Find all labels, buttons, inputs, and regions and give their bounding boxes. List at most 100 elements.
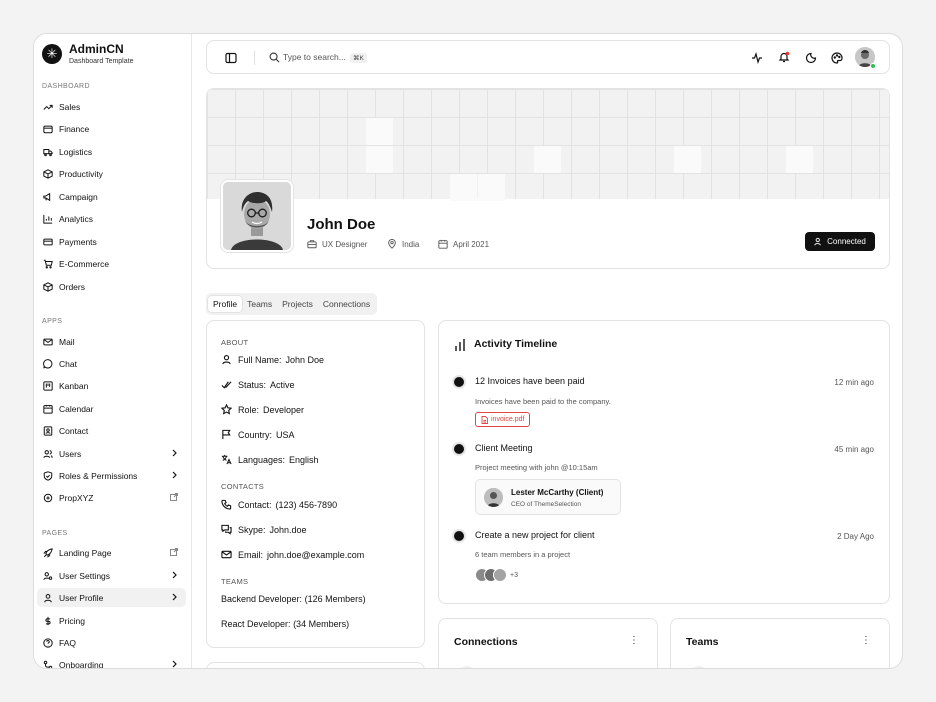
sidebar-item-users[interactable]: Users: [37, 444, 186, 463]
team-avatars[interactable]: +3: [475, 568, 518, 582]
more-vertical-icon[interactable]: ⋮: [629, 636, 639, 646]
sidebar-item-label: Onboarding: [59, 659, 104, 669]
field-value: John Doe: [285, 354, 325, 365]
users-icon: [43, 449, 53, 458]
client-name: Lester McCarthy (Client): [511, 488, 604, 497]
more-vertical-icon[interactable]: ⋮: [861, 636, 871, 646]
connected-button-label: Connected: [827, 237, 866, 246]
profile-tabs: Profile Teams Projects Connections: [206, 293, 378, 315]
field-label: Country:: [238, 429, 273, 440]
box-icon: [43, 168, 53, 179]
teams-heading: TEAMS: [221, 577, 249, 586]
sidebar-item-onboarding[interactable]: Onboarding: [37, 655, 186, 669]
sidebar-item-roles-permissions[interactable]: Roles & Permissions: [37, 466, 186, 485]
tab-teams[interactable]: Teams: [242, 296, 277, 312]
sidebar-item-campaign[interactable]: Campaign: [37, 187, 186, 206]
palette-icon[interactable]: [831, 52, 843, 64]
avatar: [493, 568, 507, 582]
client-card[interactable]: Lester McCarthy (Client) CEO of ThemeSel…: [475, 479, 621, 515]
chat-icon: [43, 358, 53, 368]
profile-name: John Doe: [307, 216, 376, 233]
sidebar-item-kanban[interactable]: Kanban: [37, 376, 186, 395]
timeline-dot: [454, 531, 464, 541]
about-heading: ABOUT: [221, 338, 249, 347]
dollar-icon: [45, 616, 51, 625]
sidebar-item-user-profile[interactable]: User Profile: [37, 588, 186, 607]
sidebar-item-ecommerce[interactable]: E-Commerce: [37, 254, 186, 273]
field-value: USA: [276, 429, 295, 440]
sidebar-item-pricing[interactable]: Pricing: [37, 611, 186, 630]
sidebar-item-chat[interactable]: Chat: [37, 354, 186, 373]
sidebar-item-productivity[interactable]: Productivity: [37, 164, 186, 183]
sidebar-item-orders[interactable]: Orders: [37, 277, 186, 296]
sidebar-item-mail[interactable]: Mail: [37, 332, 186, 351]
sidebar-item-faq[interactable]: FAQ: [37, 633, 186, 652]
sidebar-item-calendar[interactable]: Calendar: [37, 399, 186, 418]
search-input[interactable]: Type to search...: [283, 52, 346, 62]
profile-photo: [221, 180, 293, 252]
section-title-pages: PAGES: [42, 530, 68, 537]
timeline-event-title: Create a new project for client: [475, 530, 595, 540]
sidebar-item-contact[interactable]: Contact: [37, 421, 186, 440]
profile-joined: April 2021: [438, 239, 489, 249]
field-value[interactable]: John.doe: [270, 525, 307, 535]
brand-name: AdminCN: [69, 42, 124, 56]
sidebar-item-landing-page[interactable]: Landing Page: [37, 543, 186, 562]
sidebar-item-propxyz[interactable]: PropXYZ: [37, 488, 186, 507]
field-value: Developer: [263, 404, 305, 415]
sidebar-item-payments[interactable]: Payments: [37, 232, 186, 251]
field-label: Languages:: [238, 454, 286, 465]
profile-location: India: [387, 239, 419, 249]
about-card: ABOUT Full Name: John Doe Status: Active R…: [206, 320, 425, 648]
sidebar-item-label: Users: [59, 448, 82, 459]
bell-icon[interactable]: [778, 51, 790, 63]
field-value[interactable]: (123) 456-7890: [276, 500, 338, 510]
contacts-heading: CONTACTS: [221, 482, 265, 491]
star-icon: [221, 404, 232, 415]
sidebar-item-logistics[interactable]: Logistics: [37, 142, 186, 161]
connections-title: Connections: [454, 636, 518, 648]
sidebar-item-sales[interactable]: Sales: [37, 97, 186, 116]
avatar: [484, 488, 503, 507]
sidebar-item-analytics[interactable]: Analytics: [37, 209, 186, 228]
chevron-right-icon: [172, 593, 177, 601]
timeline-event-title: 12 Invoices have been paid: [475, 376, 585, 386]
team-members: (126 Members): [304, 594, 366, 604]
chevron-right-icon: [172, 660, 177, 668]
sidebar-item-label: Productivity: [59, 168, 103, 179]
main-content: Type to search... ⌘K John Doe UX Designe…: [192, 34, 902, 668]
activity-timeline-card: Activity Timeline 12 Invoices have been …: [438, 320, 890, 604]
timeline-event-desc: Project meeting with john @10:15am: [475, 463, 598, 472]
chevron-right-icon: [172, 471, 177, 479]
user-icon: [44, 593, 52, 602]
topbar: Type to search... ⌘K: [206, 40, 890, 74]
tab-projects[interactable]: Projects: [277, 296, 318, 312]
invoice-attachment[interactable]: invoice.pdf: [475, 412, 531, 427]
brand[interactable]: ✳ AdminCN Dashboard Template: [42, 42, 133, 65]
sidebar-toggle-icon[interactable]: [225, 52, 237, 64]
connected-button[interactable]: Connected: [805, 232, 875, 251]
about-status: Status: Active: [221, 379, 295, 390]
tab-connections[interactable]: Connections: [318, 296, 375, 312]
sidebar-item-finance[interactable]: Finance: [37, 119, 186, 138]
sidebar-item-user-settings[interactable]: User Settings: [37, 566, 186, 585]
trend-icon: [43, 104, 53, 110]
flag-icon: [222, 429, 231, 440]
tab-profile[interactable]: Profile: [208, 296, 243, 312]
profile-header-card: John Doe UX Designer India April 2021 Co…: [206, 88, 890, 269]
field-label: Full Name:: [238, 354, 282, 365]
calendar-icon: [43, 404, 53, 414]
sidebar-item-label: Campaign: [59, 191, 98, 202]
theme-toggle-icon[interactable]: [805, 52, 817, 64]
profile-joined-label: April 2021: [453, 239, 490, 249]
megaphone-icon: [43, 192, 51, 201]
profile-role-label: UX Designer: [322, 239, 368, 249]
profile-role: UX Designer: [307, 239, 367, 249]
sidebar-item-label: PropXYZ: [59, 492, 94, 503]
field-label: Contact:: [238, 499, 272, 510]
contact-icon: [43, 425, 53, 436]
field-value[interactable]: john.doe@example.com: [267, 550, 364, 560]
about-languages: Languages: English: [221, 454, 319, 465]
activity-icon[interactable]: [751, 52, 763, 64]
user-check-icon: [814, 237, 821, 246]
